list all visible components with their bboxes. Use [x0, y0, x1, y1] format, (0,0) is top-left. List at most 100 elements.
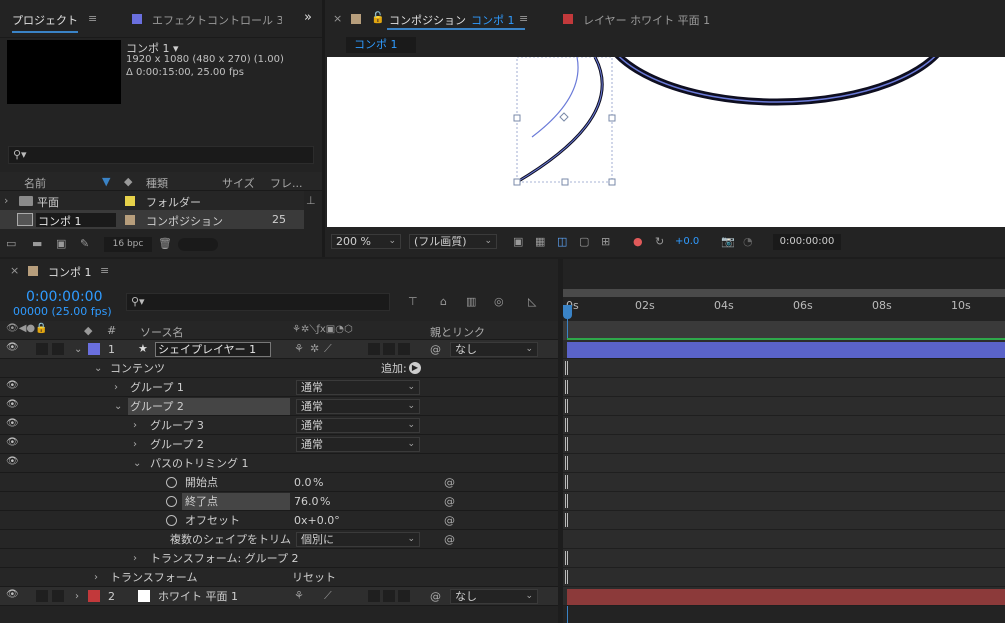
col-type[interactable]: 種類 — [146, 175, 168, 191]
panel-menu-icon[interactable]: ≡ — [100, 264, 109, 277]
show-snapshot-icon[interactable]: ◔ — [743, 235, 753, 248]
chevron-right-icon[interactable]: › — [133, 549, 137, 568]
overflow-chevrons-icon[interactable]: » — [304, 10, 312, 25]
new-comp-icon[interactable]: ▣ — [56, 237, 66, 250]
tab-composition[interactable]: コンポジション — [389, 12, 466, 28]
motion-blur-icon[interactable]: ◎ — [494, 295, 504, 308]
time-ruler[interactable]: 0s 02s 04s 06s 08s 10s — [563, 289, 1005, 319]
quality-select[interactable]: (フル画質) ⌄ — [409, 234, 497, 249]
layer1-duration-bar[interactable] — [567, 342, 1005, 358]
eye-icon[interactable]: 👁 — [6, 437, 19, 448]
expression-pickwhip-icon[interactable]: @ — [444, 511, 455, 530]
trim-paths-row[interactable]: 👁 ⌄ パスのトリミング 1 — [0, 454, 558, 473]
frame-blending-icon[interactable]: ▥ — [466, 295, 476, 308]
switch-box-a[interactable] — [368, 343, 380, 355]
trim-multiple-row[interactable]: 複数のシェイプをトリム 個別に ⌄ @ — [0, 530, 558, 549]
timeline-search-input[interactable]: ⚲▾ — [126, 293, 390, 311]
comp-flowchart-icon[interactable]: ⊤ — [408, 295, 418, 308]
interpret-footage-icon[interactable]: ▭ — [6, 237, 16, 250]
fast-preview-icon[interactable]: ▣ — [513, 235, 523, 248]
new-folder-icon[interactable]: ▬ — [32, 237, 42, 250]
project-item-folder[interactable]: › 平面 フォルダー — [0, 191, 304, 210]
offset-row[interactable]: オフセット 0x+0.0° @ — [0, 511, 558, 530]
keyframe-marker-contents[interactable] — [565, 361, 568, 375]
group1-blend-select[interactable]: 通常 ⌄ — [296, 380, 420, 395]
reset-link[interactable]: リセット — [292, 568, 336, 587]
panel-menu-icon[interactable]: ≡ — [519, 12, 528, 25]
draft-3d-icon[interactable]: ⌂ — [440, 295, 447, 308]
shy-icon[interactable]: ⚘ — [294, 342, 304, 355]
comp-sub-tab[interactable]: コンポ 1 — [346, 37, 416, 53]
shy-icon[interactable]: ⚘ — [294, 589, 304, 602]
keyframe-marker-transform[interactable] — [565, 570, 568, 584]
layer2-parent-select[interactable]: なし ⌄ — [450, 589, 538, 604]
tab-layer[interactable]: レイヤー ホワイト 平面 1 — [583, 12, 710, 28]
eye-icon[interactable]: 👁 — [6, 589, 19, 600]
group3-row[interactable]: 👁 › グループ 3 通常 ⌄ — [0, 416, 558, 435]
eye-icon[interactable]: 👁 — [6, 456, 19, 467]
graph-editor-icon[interactable]: ◺ — [528, 295, 536, 308]
color-channels-icon[interactable]: ● — [633, 235, 643, 248]
chevron-down-icon[interactable]: ⌄ — [74, 340, 82, 359]
exposure-value[interactable]: +0.0 — [675, 236, 699, 247]
tab-effect-controls[interactable]: エフェクトコントロール 3 — [152, 12, 282, 28]
keyframe-marker-transform-group2[interactable] — [565, 551, 568, 565]
switch-box-b[interactable] — [383, 343, 395, 355]
keyframe-marker-group3[interactable] — [565, 418, 568, 432]
eye-icon[interactable]: 👁 — [6, 418, 19, 429]
offset-value[interactable]: 0x+0.0° — [294, 511, 340, 530]
chevron-down-icon[interactable]: ⌄ — [133, 454, 141, 473]
switch-box-c[interactable] — [398, 343, 410, 355]
trash-icon[interactable]: 🗑 — [158, 237, 172, 250]
eye-icon[interactable]: 👁 — [6, 342, 19, 353]
chevron-right-icon[interactable]: › — [94, 568, 98, 587]
keyframe-marker-group2[interactable] — [565, 399, 568, 413]
stopwatch-icon[interactable] — [166, 496, 177, 507]
project-item-comp[interactable]: コンポ 1 コンポジション 25 — [0, 210, 304, 229]
stopwatch-icon[interactable] — [166, 515, 177, 526]
layer1-name[interactable]: シェイプレイヤー 1 — [155, 342, 271, 357]
chevron-right-icon[interactable]: › — [133, 416, 137, 435]
grid-guide-icon[interactable]: ⊞ — [601, 235, 610, 248]
group2-blend-select[interactable]: 通常 ⌄ — [296, 399, 420, 414]
label-tag-icon[interactable]: ◆ — [124, 175, 132, 188]
switch-box-b[interactable] — [383, 590, 395, 602]
col-parent-link[interactable]: 親とリンク — [430, 324, 485, 340]
expression-pickwhip-icon[interactable]: @ — [444, 530, 455, 549]
chevron-right-icon[interactable]: › — [4, 194, 8, 207]
chevron-down-icon[interactable]: ⌄ — [114, 397, 122, 416]
timeline-split-divider[interactable] — [558, 259, 563, 623]
layer-row-1[interactable]: 👁 ⌄ 1 ★ シェイプレイヤー 1 ⚘ ✲ ⟋ @ なし ⌄ — [0, 340, 558, 359]
end-value[interactable]: 76.0 — [294, 492, 319, 511]
keyframe-marker-offset[interactable] — [565, 513, 568, 527]
mask-visibility-icon[interactable]: ◫ — [557, 235, 567, 248]
add-label[interactable]: 追加: — [381, 359, 407, 378]
close-icon[interactable]: × — [10, 264, 19, 277]
zoom-select[interactable]: 200 % ⌄ — [331, 234, 401, 249]
keyframe-marker-group1[interactable] — [565, 380, 568, 394]
work-area-bar[interactable] — [563, 289, 1005, 297]
play-icon[interactable]: ▶ — [409, 362, 421, 374]
layer1-label-swatch[interactable] — [88, 343, 100, 355]
col-source-name[interactable]: ソース名 — [140, 324, 183, 340]
expression-pickwhip-icon[interactable]: @ — [444, 473, 455, 492]
lock-box[interactable] — [52, 343, 64, 355]
keyframe-marker-end[interactable] — [565, 494, 568, 508]
chevron-right-icon[interactable]: › — [133, 435, 137, 454]
region-of-interest-icon[interactable]: ▢ — [579, 235, 589, 248]
sort-down-icon[interactable]: ▼ — [102, 175, 110, 188]
tab-comp-name[interactable]: コンポ 1 — [471, 12, 515, 28]
keyframe-marker-trim[interactable] — [565, 456, 568, 470]
flowchart-icon[interactable]: ⊥ — [306, 194, 316, 207]
quality-slash-icon[interactable]: ⟋ — [324, 589, 332, 603]
switch-box-a[interactable] — [368, 590, 380, 602]
keyframe-marker-start[interactable] — [565, 475, 568, 489]
snapshot-icon[interactable]: 📷 — [721, 235, 735, 248]
thumbnail-slider[interactable] — [178, 238, 218, 251]
keyframe-marker-group2b[interactable] — [565, 437, 568, 451]
transparency-grid-icon[interactable]: ▦ — [535, 235, 545, 248]
expression-pickwhip-icon[interactable]: @ — [444, 492, 455, 511]
chevron-right-icon[interactable]: › — [114, 378, 118, 397]
solo-box[interactable] — [36, 590, 48, 602]
close-icon[interactable]: × — [333, 12, 342, 25]
